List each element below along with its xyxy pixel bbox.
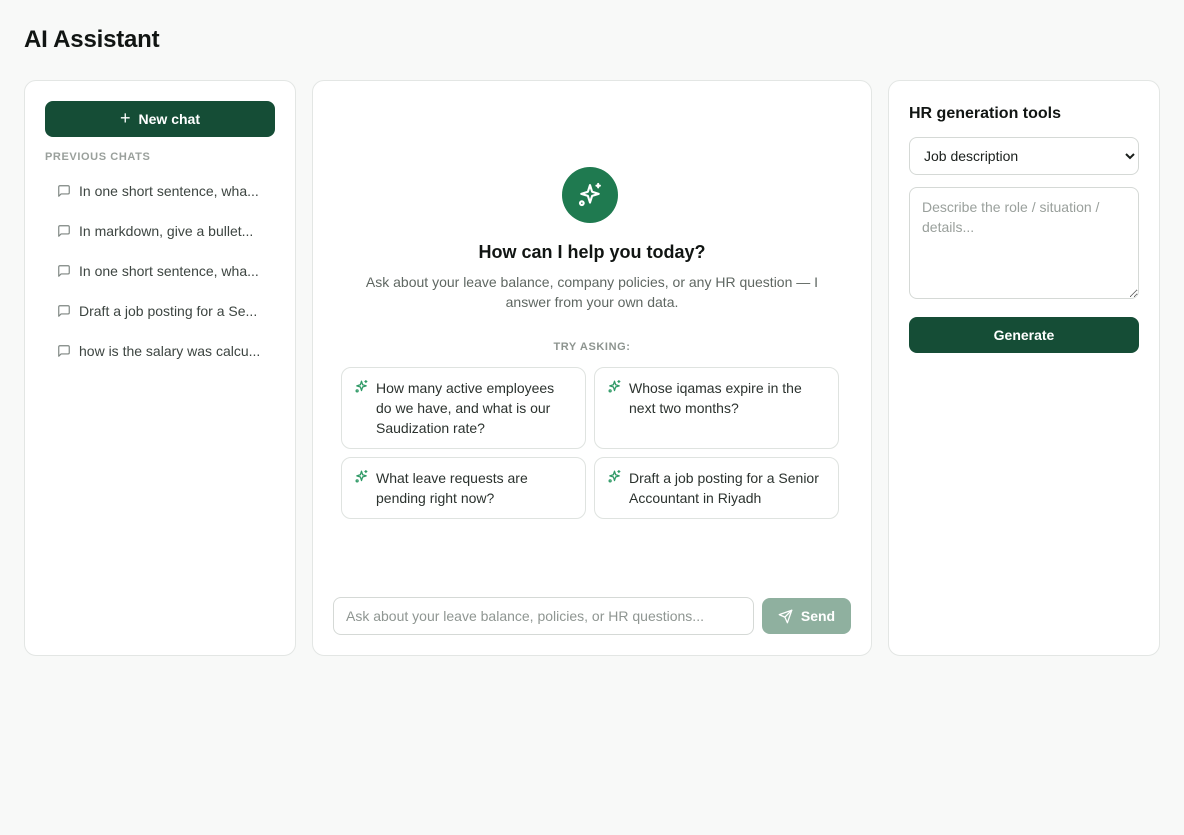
tools-title: HR generation tools xyxy=(909,105,1062,122)
chat-panel: How can I help you today? Ask about your… xyxy=(312,80,872,656)
send-icon xyxy=(778,609,793,623)
message-square-icon xyxy=(58,345,70,357)
welcome-subtitle: Ask about your leave balance, company po… xyxy=(365,274,819,310)
suggestion-text: Draft a job posting for a Senior Account… xyxy=(629,470,819,506)
send-label: Send xyxy=(800,608,836,624)
try-asking-label: TRY ASKING: xyxy=(553,341,631,353)
suggestion-card[interactable]: How many active employees do we have, an… xyxy=(341,367,586,449)
sparkles-icon xyxy=(578,182,601,207)
chat-history-label: In markdown, give a bullet... xyxy=(79,223,254,239)
previous-chats-list: In one short sentence, wha... In markdow… xyxy=(45,171,277,371)
page-title: AI Assistant xyxy=(24,26,160,53)
sparkles-icon xyxy=(608,379,621,393)
previous-chats-heading: PREVIOUS CHATS xyxy=(45,151,151,163)
welcome-title: How can I help you today? xyxy=(478,242,706,262)
sparkles-icon xyxy=(608,469,621,483)
plus-icon: + xyxy=(120,108,131,128)
details-textarea[interactable] xyxy=(909,187,1139,299)
generate-button[interactable]: Generate xyxy=(909,317,1139,353)
suggestion-text: How many active employees do we have, an… xyxy=(376,380,555,436)
chat-history-item[interactable]: In markdown, give a bullet... xyxy=(45,211,277,251)
chat-history-item[interactable]: Draft a job posting for a Se... xyxy=(45,291,277,331)
hr-tools-panel: HR generation tools Job description Gene… xyxy=(888,80,1160,656)
new-chat-button[interactable]: + New chat xyxy=(45,101,275,137)
message-square-icon xyxy=(58,265,70,277)
sparkles-icon xyxy=(355,379,368,393)
chat-history-label: Draft a job posting for a Se... xyxy=(79,303,258,319)
sparkles-icon xyxy=(355,469,368,483)
send-button[interactable]: Send xyxy=(762,598,851,634)
suggestion-card[interactable]: What leave requests are pending right no… xyxy=(341,457,586,519)
suggestion-text: What leave requests are pending right no… xyxy=(376,470,528,506)
chat-history-item[interactable]: how is the salary was calcu... xyxy=(45,331,277,371)
message-square-icon xyxy=(58,185,70,197)
chat-history-label: how is the salary was calcu... xyxy=(79,343,261,359)
chat-history-item[interactable]: In one short sentence, wha... xyxy=(45,251,277,291)
chat-history-label: In one short sentence, wha... xyxy=(79,183,259,199)
hero-badge xyxy=(562,167,618,223)
chat-history-label: In one short sentence, wha... xyxy=(79,263,259,279)
suggestion-text: Whose iqamas expire in the next two mont… xyxy=(629,380,802,416)
chat-sidebar: + New chat PREVIOUS CHATS In one short s… xyxy=(24,80,296,656)
suggestion-card[interactable]: Draft a job posting for a Senior Account… xyxy=(594,457,839,519)
suggestion-card[interactable]: Whose iqamas expire in the next two mont… xyxy=(594,367,839,449)
message-square-icon xyxy=(58,225,70,237)
chat-history-item[interactable]: In one short sentence, wha... xyxy=(45,171,277,211)
chat-input[interactable] xyxy=(333,597,754,635)
tool-type-select[interactable]: Job description xyxy=(909,137,1139,175)
new-chat-label: New chat xyxy=(138,111,200,127)
message-square-icon xyxy=(58,305,70,317)
